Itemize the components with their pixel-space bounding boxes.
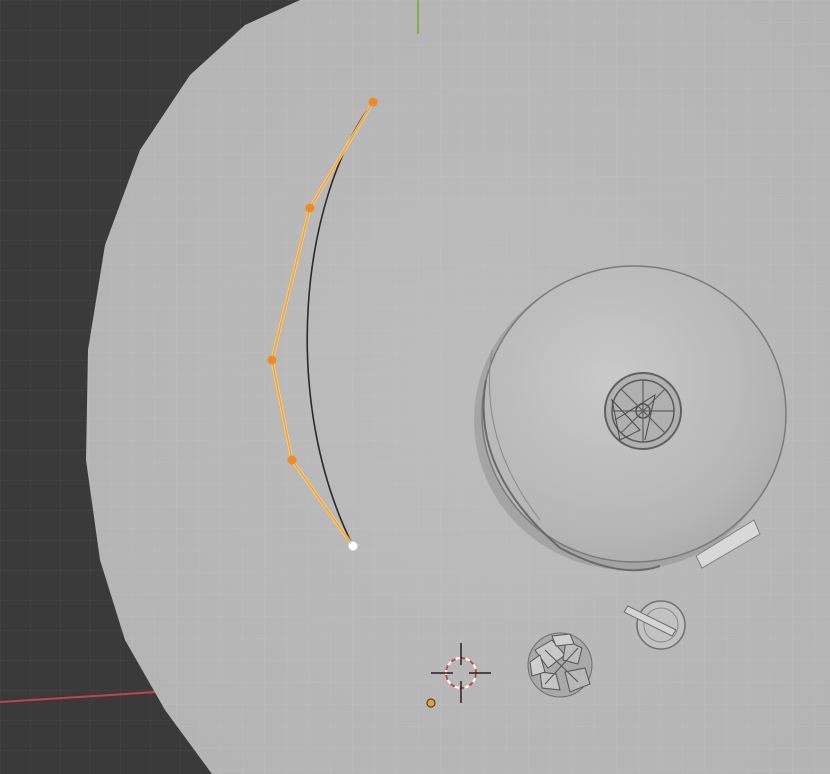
table-center-wheel xyxy=(604,372,682,450)
3d-viewport[interactable] xyxy=(0,0,830,774)
control-point[interactable] xyxy=(267,355,277,365)
active-control-point[interactable] xyxy=(348,541,358,551)
control-point[interactable] xyxy=(305,203,315,213)
control-point[interactable] xyxy=(287,455,297,465)
campfire-stones[interactable] xyxy=(527,632,593,698)
control-point[interactable] xyxy=(368,97,378,107)
viewport-canvas[interactable] xyxy=(0,0,830,774)
object-origin[interactable] xyxy=(426,698,436,708)
